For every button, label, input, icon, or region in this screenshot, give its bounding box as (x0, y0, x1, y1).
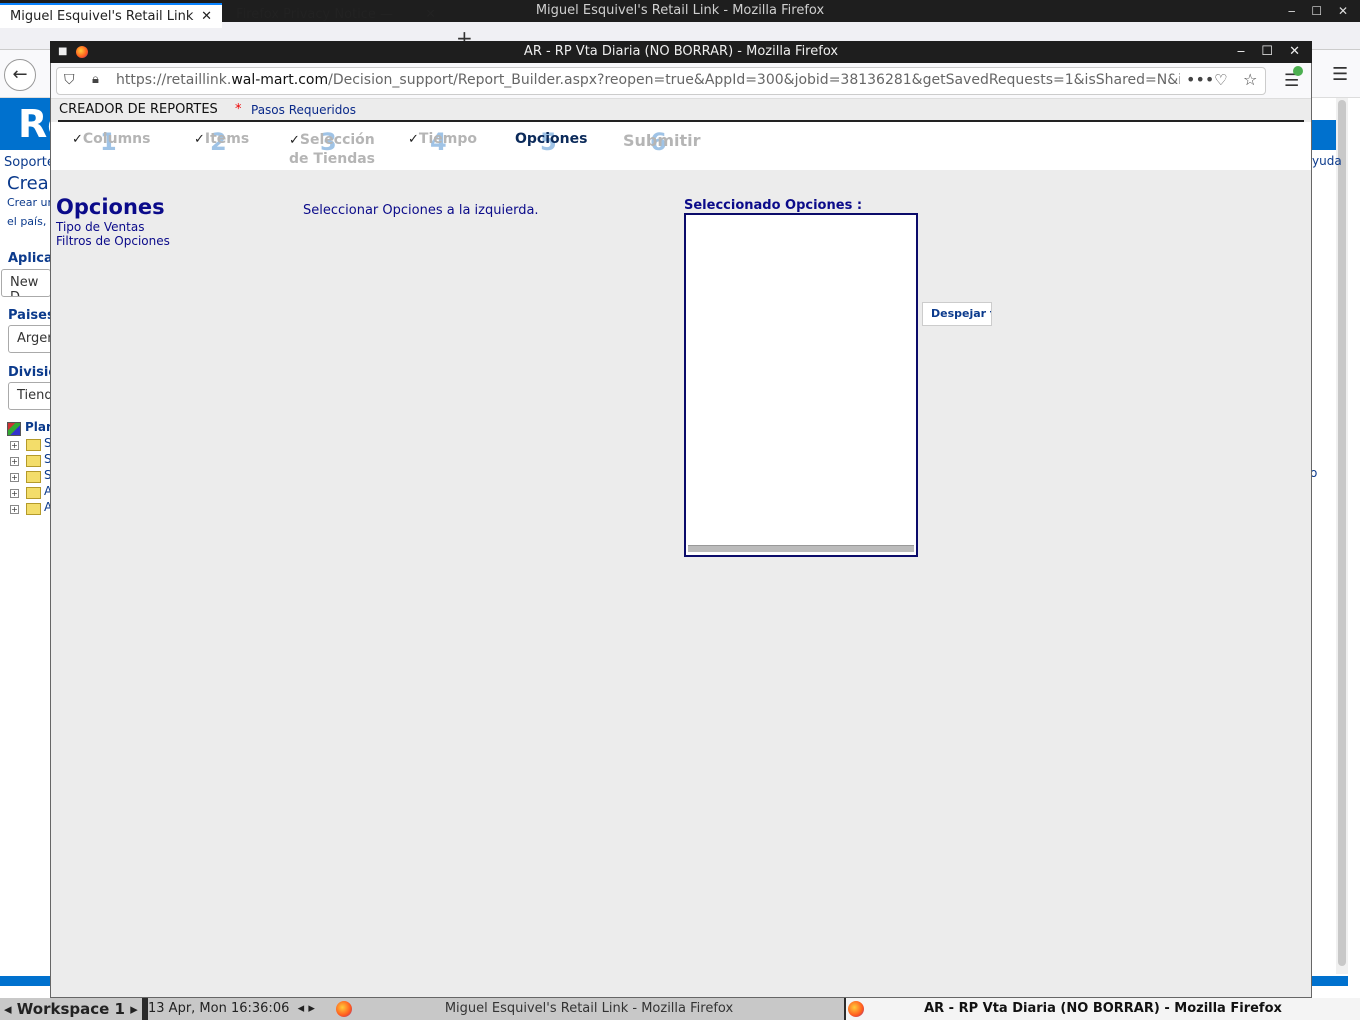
update-badge-icon (1293, 66, 1303, 76)
folder-icon (26, 471, 41, 483)
clock-text: 13 Apr, Mon 16:36:06 (148, 1001, 290, 1016)
footer-bar (0, 976, 52, 986)
step-5-active[interactable]: Opciones (515, 131, 587, 147)
folder-icon (26, 503, 41, 515)
page-scrollbar-thumb[interactable] (1338, 100, 1346, 966)
next-window-icon[interactable]: ▸ (308, 1001, 315, 1016)
back-arrow-icon[interactable]: ← (4, 59, 36, 91)
pocket-icon[interactable]: ♡ (1214, 71, 1227, 89)
taskbar-window-retail-link[interactable]: Miguel Esquivel's Retail Link - Mozilla … (334, 998, 844, 1020)
taskbar-window-label: Miguel Esquivel's Retail Link - Mozilla … (444, 1001, 734, 1016)
url-domain: wal-mart.com (231, 72, 329, 88)
step-1[interactable]: ✓Columns (72, 131, 150, 147)
folder-icon (26, 487, 41, 499)
tree-item[interactable]: + S (10, 436, 54, 452)
close-icon[interactable]: ✕ (425, 3, 436, 27)
expand-icon[interactable]: + (10, 489, 19, 498)
clock: 13 Apr, Mon 16:36:06 ◂ ▸ (148, 998, 338, 1020)
expand-icon[interactable]: + (10, 473, 19, 482)
page-actions-icon[interactable]: ••• (1186, 70, 1214, 89)
tab-label: Miguel Esquivel's Retail Link (10, 9, 194, 24)
bookmark-star-icon[interactable]: ☆ (1243, 70, 1257, 89)
step-label: Tiempo (418, 131, 477, 147)
prev-window-icon[interactable]: ◂ (294, 1001, 305, 1016)
taskbar: ◂ Workspace 1 ▸ 13 Apr, Mon 16:36:06 ◂ ▸… (0, 998, 1360, 1020)
selected-options-list[interactable] (684, 213, 918, 557)
step-label: Columns (82, 131, 151, 147)
check-icon: ✓ (289, 133, 300, 148)
required-star: * (235, 102, 242, 117)
url-prefix: https://retaillink. (116, 72, 232, 88)
options-hint: Seleccionar Opciones a la izquierda. (303, 203, 539, 218)
tipo-de-ventas-link[interactable]: Tipo de Ventas (56, 220, 144, 234)
tree-item[interactable]: + A (10, 500, 54, 516)
step-2[interactable]: ✓Items (194, 131, 249, 147)
check-icon: ✓ (408, 132, 419, 147)
step-4[interactable]: ✓Tiempo (408, 131, 477, 147)
report-builder-header: CREADOR DE REPORTES (59, 102, 218, 117)
folder-icon (26, 439, 41, 451)
step-6[interactable]: Submitir (623, 131, 701, 150)
expand-icon[interactable]: + (10, 505, 19, 514)
tree-item[interactable]: + S (10, 452, 54, 468)
firefox-icon (76, 46, 88, 58)
popup-titlebar: ■ AR - RP Vta Diaria (NO BORRAR) - Mozil… (50, 41, 1312, 63)
aplicacion-select[interactable]: New D (1, 269, 51, 297)
ayuda-link[interactable]: yuda (1312, 154, 1342, 168)
check-icon: ✓ (194, 132, 205, 147)
popup-window-controls[interactable]: ‒ ☐ ✕ (1237, 41, 1306, 63)
outer-window-title: Miguel Esquivel's Retail Link - Mozilla … (535, 3, 825, 18)
workspace-switcher[interactable]: ◂ Workspace 1 ▸ (0, 998, 142, 1020)
taskbar-window-label: AR - RP Vta Diaria (NO BORRAR) - Mozilla… (924, 1001, 1282, 1016)
step-3[interactable]: ✓Selección de Tiendas (289, 131, 379, 168)
soporte-link[interactable]: Soporte (4, 155, 55, 170)
pais-text: el país, (7, 215, 47, 228)
expand-icon[interactable]: + (10, 441, 19, 450)
folder-icon (26, 455, 41, 467)
tab-retail-link[interactable]: Miguel Esquivel's Retail Link ✕ (0, 3, 222, 28)
url-suffix: /Decision_support/Report_Builder.aspx?re… (328, 72, 1180, 88)
tab-label: Firefox Privacy Notice — (236, 7, 394, 22)
pasos-requeridos-link[interactable]: Pasos Requeridos (251, 103, 356, 117)
brand-header: Re (0, 98, 52, 150)
selected-options-label: Seleccionado Opciones : (684, 198, 863, 213)
step-label: Selección de Tiendas (289, 132, 376, 167)
tree-item[interactable]: + A (10, 484, 54, 500)
hamburger-menu-icon[interactable]: ☰ (1332, 64, 1348, 85)
lock-icon[interactable]: 🔒︎ (92, 72, 99, 87)
options-title: Opciones (56, 195, 165, 219)
check-icon: ✓ (72, 132, 83, 147)
outer-window-controls[interactable]: ‒ ☐ ✕ (1288, 0, 1354, 22)
footer-bar-right (1310, 976, 1348, 986)
crear-text: Crear un (7, 196, 55, 209)
popup-title: AR - RP Vta Diaria (NO BORRAR) - Mozilla… (523, 44, 839, 59)
clear-all-button[interactable]: Despejar to (922, 302, 992, 326)
tab-privacy-notice[interactable]: Firefox Privacy Notice — ✕ (226, 3, 446, 28)
expand-icon[interactable]: + (10, 457, 19, 466)
shield-icon[interactable]: ⛉ (64, 72, 75, 88)
plan-icon (7, 422, 21, 436)
workspace-label: Workspace 1 (16, 1000, 125, 1018)
url-text[interactable]: https://retaillink.wal-mart.com/Decision… (116, 72, 1180, 88)
close-icon[interactable]: ✕ (201, 5, 212, 28)
firefox-icon (848, 1001, 864, 1017)
popup-window (50, 41, 1312, 998)
taskbar-window-report[interactable]: AR - RP Vta Diaria (NO BORRAR) - Mozilla… (846, 998, 1360, 1020)
firefox-icon (336, 1001, 352, 1017)
tree-item[interactable]: + S (10, 468, 54, 484)
paises-label: Paises (8, 308, 55, 323)
window-menu-icon[interactable]: ■ (58, 41, 67, 63)
filtros-de-opciones-link[interactable]: Filtros de Opciones (56, 234, 170, 248)
selected-options-scrollbar[interactable] (688, 545, 914, 552)
step-label: Items (204, 131, 250, 147)
crea-heading: Crea (7, 173, 49, 194)
